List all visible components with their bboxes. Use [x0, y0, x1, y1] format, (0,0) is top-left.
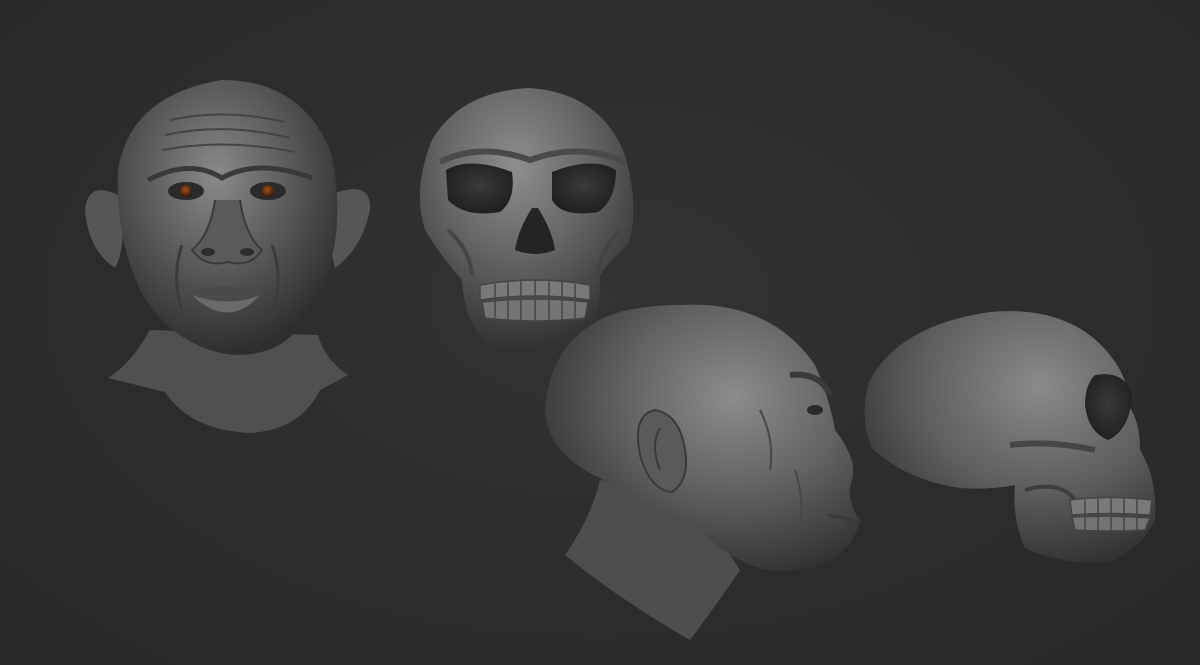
- eye-right: [262, 185, 274, 197]
- hominin-skull-profile: [864, 311, 1156, 563]
- hominin-head-front: [85, 80, 371, 433]
- render-viewport: [0, 0, 1200, 665]
- sculpt-render: [85, 80, 1156, 640]
- eye-left: [180, 185, 192, 197]
- hominin-head-profile: [545, 304, 860, 640]
- hominin-skull-front: [419, 88, 634, 349]
- skull-teeth: [479, 279, 591, 322]
- skull-profile-teeth: [1069, 496, 1153, 532]
